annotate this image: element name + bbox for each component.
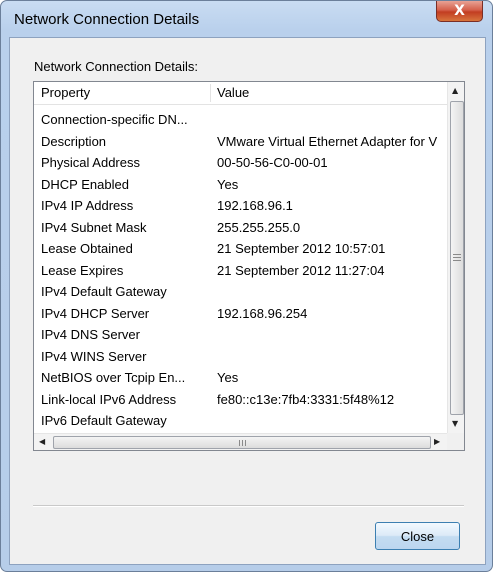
value-cell: 21 September 2012 11:27:04 — [217, 262, 385, 278]
dialog-body: Network Connection Details: Property Val… — [9, 37, 486, 565]
table-row[interactable]: IPv6 Default Gateway — [34, 410, 447, 431]
table-row[interactable]: IPv4 Default Gateway — [34, 281, 447, 303]
property-cell: DHCP Enabled — [41, 176, 129, 192]
property-cell: NetBIOS over Tcpip En... — [41, 370, 186, 385]
property-cell: IPv4 Subnet Mask — [41, 219, 147, 235]
table-row[interactable]: IPv4 Subnet Mask 255.255.255.0 — [34, 217, 447, 239]
column-header-property[interactable]: Property — [41, 82, 90, 104]
property-cell: Description — [41, 133, 107, 149]
table-row[interactable]: DHCP Enabled Yes — [34, 174, 447, 196]
divider — [33, 505, 464, 507]
dialog-window: Network Connection Details X Network Con… — [0, 0, 493, 572]
details-label: Network Connection Details: — [34, 59, 199, 74]
grip-line — [453, 254, 461, 255]
property-cell: Lease Expires — [41, 262, 124, 278]
horizontal-scrollbar[interactable]: ◀ ▶ — [34, 433, 447, 450]
vertical-scrollbar[interactable]: ▲ ▼ — [447, 82, 464, 433]
property-cell: IPv4 WINS Server — [41, 348, 147, 364]
table-row[interactable]: IPv4 DHCP Server 192.168.96.254 — [34, 303, 447, 325]
value-cell: 21 September 2012 10:57:01 — [217, 241, 386, 256]
table-row[interactable]: Lease Obtained 21 September 2012 10:57:01 — [34, 238, 447, 260]
table-row[interactable]: IPv4 WINS Server — [34, 346, 447, 368]
property-cell: IPv4 DHCP Server — [41, 305, 150, 321]
value-cell: VMware Virtual Ethernet Adapter for V — [217, 133, 438, 149]
close-button-label: Close — [400, 528, 435, 544]
value-cell: Yes — [217, 370, 239, 385]
details-list[interactable]: Property Value Connection-specific DN...… — [33, 81, 465, 451]
scroll-right-icon[interactable]: ▶ — [434, 437, 440, 446]
scroll-up-icon[interactable]: ▲ — [452, 86, 458, 95]
property-cell: IPv4 IP Address — [41, 198, 134, 213]
vertical-scroll-thumb[interactable] — [450, 101, 464, 415]
property-cell: IPv4 Default Gateway — [41, 284, 167, 299]
grip-line — [453, 257, 461, 258]
scroll-left-icon[interactable]: ◀ — [39, 437, 45, 446]
scroll-down-icon[interactable]: ▼ — [452, 419, 458, 428]
property-cell: IPv6 Default Gateway — [41, 413, 167, 428]
table-row[interactable]: NetBIOS over Tcpip En... Yes — [34, 367, 447, 389]
scrollbar-corner — [447, 433, 464, 450]
table-row[interactable]: Description VMware Virtual Ethernet Adapt… — [34, 131, 447, 153]
grip-line — [239, 440, 240, 446]
horizontal-scroll-thumb[interactable] — [53, 436, 431, 449]
grip-line — [245, 440, 246, 446]
column-header-value[interactable]: Value — [217, 82, 249, 104]
table-row[interactable]: Link-local IPv6 Address fe80::c13e:7fb4:3… — [34, 389, 447, 411]
value-cell: 00-50-56-C0-00-01 — [217, 155, 328, 170]
value-cell: 255.255.255.0 — [217, 219, 301, 235]
value-cell: 192.168.96.254 — [217, 305, 308, 321]
value-cell: fe80::c13e:7fb4:3331:5f48%12 — [217, 391, 395, 407]
list-rows: Connection-specific DN... Description VMwa… — [34, 109, 447, 431]
table-row[interactable]: Physical Address 00-50-56-C0-00-01 — [34, 152, 447, 174]
value-cell: 192.168.96.1 — [217, 198, 293, 213]
close-button[interactable]: Close — [375, 522, 460, 550]
property-cell: Link-local IPv6 Address — [41, 391, 177, 407]
table-row[interactable]: Connection-specific DN... — [34, 109, 447, 131]
grip-line — [453, 260, 461, 261]
table-row[interactable]: IPv4 DNS Server — [34, 324, 447, 346]
property-cell: IPv4 DNS Server — [41, 327, 140, 342]
property-cell: Connection-specific DN... — [41, 112, 188, 127]
value-cell: Yes — [217, 176, 239, 192]
grip-line — [242, 440, 243, 446]
property-cell: Lease Obtained — [41, 241, 133, 256]
column-separator[interactable] — [210, 84, 211, 102]
table-row[interactable]: IPv4 IP Address 192.168.96.1 — [34, 195, 447, 217]
window-title: Network Connection Details — [14, 11, 200, 28]
list-header: Property Value — [34, 82, 447, 105]
property-cell: Physical Address — [41, 155, 140, 170]
close-icon: X — [454, 3, 465, 19]
window-close-button[interactable]: X — [436, 1, 483, 22]
title-bar[interactable]: Network Connection Details X — [1, 1, 492, 37]
table-row[interactable]: Lease Expires 21 September 2012 11:27:04 — [34, 260, 447, 282]
